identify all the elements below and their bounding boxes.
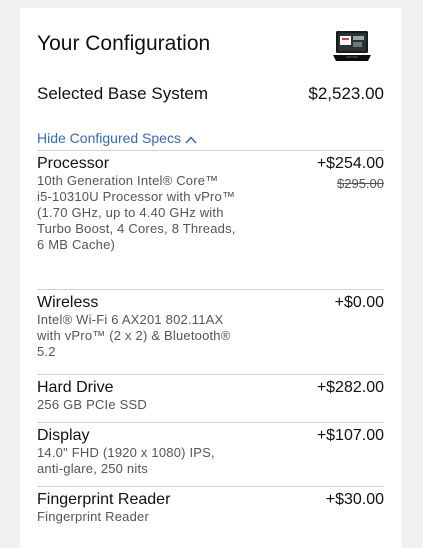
hide-configured-specs-label: Hide Configured Specs [37, 130, 181, 146]
spec-name: Wireless [37, 294, 99, 311]
spec-wireless: Wireless Intel® Wi-Fi 6 AX201 802.11AX w… [37, 289, 384, 360]
base-system-price: $2,523.00 [308, 84, 384, 103]
base-system-row: Selected Base System $2,523.00 [37, 84, 384, 108]
spec-processor: Processor 10th Generation Intel® Core™ i… [37, 150, 384, 253]
spec-price: +$282.00 [316, 379, 384, 396]
spec-price: +$30.00 [325, 491, 384, 508]
spec-price: +$107.00 [316, 427, 384, 444]
spec-original-price: $295.00 [337, 176, 384, 191]
spec-price: +$0.00 [334, 294, 384, 311]
spec-price: +$254.00 [316, 155, 384, 172]
configuration-header: Your Configuration [37, 30, 384, 70]
page-title: Your Configuration [37, 32, 211, 55]
spec-description: Fingerprint Reader [37, 509, 149, 524]
spec-display: Display 14.0" FHD (1920 x 1080) IPS, ant… [37, 422, 384, 477]
spec-description: 10th Generation Intel® Core™ i5-10310U P… [37, 173, 236, 252]
spec-hard-drive: Hard Drive 256 GB PCIe SSD +$282.00 [37, 374, 384, 413]
hide-configured-specs-link[interactable]: Hide Configured Specs [37, 130, 197, 146]
spec-description: 14.0" FHD (1920 x 1080) IPS, anti-glare,… [37, 445, 215, 476]
chevron-up-icon [185, 136, 197, 144]
spec-description: 256 GB PCIe SSD [37, 397, 147, 412]
spec-description: Intel® Wi-Fi 6 AX201 802.11AX with vPro™… [37, 312, 231, 359]
spec-fingerprint-reader: Fingerprint Reader Fingerprint Reader +$… [37, 486, 384, 525]
laptop-icon [333, 31, 371, 61]
configuration-card: Your Configuration Selected Base System … [20, 8, 401, 548]
base-system-label: Selected Base System [37, 84, 209, 103]
